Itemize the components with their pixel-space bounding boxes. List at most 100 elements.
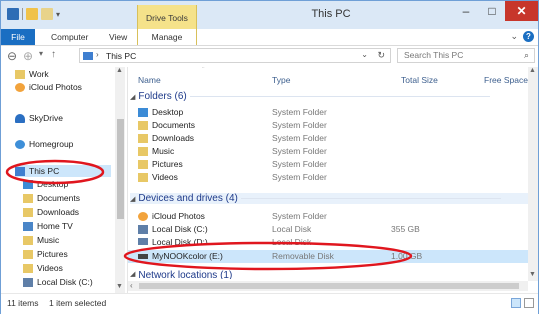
- refresh-icon[interactable]: ↻: [377, 50, 385, 61]
- horizontal-scroll-thumb[interactable]: [139, 283, 519, 289]
- up-icon[interactable]: ↑: [51, 49, 56, 60]
- title-bar: ▾ Drive Tools This PC – □ ✕: [1, 1, 538, 29]
- table-row[interactable]: Videos System Folder: [128, 171, 528, 184]
- videos-folder-icon: [138, 172, 148, 182]
- folder-icon: [15, 69, 25, 79]
- maximize-button[interactable]: □: [479, 1, 505, 21]
- scroll-up-icon[interactable]: ▲: [529, 67, 536, 74]
- tab-manage[interactable]: Manage: [137, 29, 197, 45]
- removable-drive-icon: [138, 253, 148, 259]
- documents-folder-icon: [138, 120, 148, 130]
- computer-icon: [15, 166, 25, 176]
- skydrive-icon: [15, 113, 25, 123]
- sidebar-item-work[interactable]: Work: [15, 69, 49, 79]
- properties-icon[interactable]: [26, 8, 38, 20]
- collapse-group-icon[interactable]: ◢: [130, 93, 135, 101]
- collapse-group-icon[interactable]: ◢: [130, 195, 135, 203]
- sidebar-item-skydrive[interactable]: SkyDrive: [15, 113, 63, 123]
- sidebar-item-downloads[interactable]: Downloads: [23, 207, 79, 217]
- explorer-app-icon[interactable]: [7, 8, 19, 20]
- sort-indicator-icon: ˆ: [202, 67, 205, 74]
- sidebar-item-homegroup[interactable]: Homegroup: [15, 139, 73, 149]
- computer-icon: [83, 52, 93, 60]
- help-icon[interactable]: ?: [523, 31, 534, 42]
- column-header-type[interactable]: Type: [272, 75, 290, 85]
- column-header-free-space[interactable]: Free Space: [484, 75, 528, 85]
- table-row[interactable]: Documents System Folder: [128, 119, 528, 132]
- drive-icon: [138, 237, 148, 245]
- table-row[interactable]: Local Disk (C:) Local Disk 355 GB: [128, 223, 528, 236]
- sidebar-item-documents[interactable]: Documents: [23, 193, 80, 203]
- drive-tools-context-tab: Drive Tools: [137, 5, 197, 29]
- tab-file[interactable]: File: [1, 29, 35, 45]
- table-row[interactable]: Desktop System Folder: [128, 106, 528, 119]
- homegroup-icon: [15, 139, 25, 149]
- table-row[interactable]: Local Disk (D:) Local Disk: [128, 236, 528, 245]
- documents-folder-icon: [23, 193, 33, 203]
- videos-folder-icon: [23, 263, 33, 273]
- table-row[interactable]: Music System Folder: [128, 145, 528, 158]
- new-folder-icon[interactable]: [41, 8, 53, 20]
- table-row-selected[interactable]: MyNOOKcolor (E:) Removable Disk 1.00 GB: [128, 250, 528, 263]
- breadcrumb-separator-icon: ›: [96, 50, 99, 59]
- expand-ribbon-icon[interactable]: ⌄: [510, 31, 518, 42]
- nav-pane-scroll-thumb[interactable]: [117, 119, 124, 219]
- group-header-network[interactable]: ◢ Network locations (1): [130, 270, 232, 279]
- sidebar-item-desktop[interactable]: Desktop: [23, 179, 68, 189]
- tab-computer[interactable]: Computer: [45, 29, 94, 45]
- window-title: This PC: [311, 8, 351, 20]
- ribbon-tabs: File Computer View Manage ⌄ ?: [1, 29, 538, 46]
- status-bar: 11 items 1 item selected: [1, 293, 538, 314]
- recent-locations-icon[interactable]: ▾: [39, 49, 43, 58]
- group-header-folders[interactable]: ◢ Folders (6): [130, 91, 490, 102]
- music-folder-icon: [138, 146, 148, 156]
- sidebar-item-home-tv[interactable]: Home TV: [23, 221, 73, 231]
- desktop-folder-icon: [138, 107, 148, 117]
- address-dropdown-icon[interactable]: ⌄: [361, 50, 368, 59]
- pictures-folder-icon: [23, 249, 33, 259]
- sidebar-item-icloud-photos[interactable]: iCloud Photos: [15, 82, 82, 92]
- icloud-icon: [138, 211, 148, 221]
- search-input[interactable]: Search This PC ⌕: [397, 48, 535, 63]
- downloads-folder-icon: [138, 133, 148, 143]
- sidebar-item-pictures[interactable]: Pictures: [23, 249, 68, 259]
- item-count: 11 items: [7, 298, 39, 308]
- search-icon[interactable]: ⌕: [524, 49, 529, 62]
- sidebar-item-local-disk-c[interactable]: Local Disk (C:): [23, 277, 93, 287]
- sidebar-item-videos[interactable]: Videos: [23, 263, 63, 273]
- back-icon[interactable]: ⊖: [7, 49, 17, 63]
- column-header-name[interactable]: Name: [138, 75, 161, 85]
- address-path: This PC: [106, 51, 137, 61]
- content-vertical-scrollbar[interactable]: [528, 67, 538, 281]
- group-header-devices[interactable]: ◢ Devices and drives (4): [130, 193, 530, 204]
- column-header-total-size[interactable]: Total Size: [401, 75, 438, 85]
- quick-access-toolbar: ▾: [7, 8, 60, 20]
- forward-icon[interactable]: ⊕: [23, 49, 33, 63]
- music-folder-icon: [23, 235, 33, 245]
- pictures-folder-icon: [138, 159, 148, 169]
- table-row[interactable]: Downloads System Folder: [128, 132, 528, 145]
- file-list: Name ˆ Type Total Size Free Space ◢ Folde…: [128, 67, 538, 293]
- address-bar[interactable]: › This PC ⌄ ↻: [79, 48, 391, 63]
- large-icons-view-icon[interactable]: [524, 298, 534, 308]
- explorer-window: ▾ Drive Tools This PC – □ ✕ File Compute…: [0, 0, 539, 314]
- desktop-folder-icon: [23, 179, 33, 189]
- details-view-icon[interactable]: [511, 298, 521, 308]
- navigation-pane: Work iCloud Photos SkyDrive Homegroup Th…: [1, 67, 128, 293]
- collapse-group-icon[interactable]: ◢: [130, 270, 135, 278]
- nav-scroll-up-icon[interactable]: ▲: [116, 67, 123, 74]
- sidebar-item-music[interactable]: Music: [23, 235, 59, 245]
- close-button[interactable]: ✕: [505, 1, 538, 21]
- drive-icon: [23, 277, 33, 287]
- tab-view[interactable]: View: [103, 29, 133, 45]
- table-row[interactable]: Pictures System Folder: [128, 158, 528, 171]
- scroll-down-icon[interactable]: ▼: [529, 271, 536, 278]
- customize-qat-icon[interactable]: ▾: [56, 10, 60, 19]
- table-row[interactable]: iCloud Photos System Folder: [128, 210, 528, 223]
- scroll-left-icon[interactable]: ‹: [130, 281, 133, 290]
- icloud-icon: [15, 82, 25, 92]
- search-placeholder: Search This PC: [404, 50, 464, 60]
- minimize-button[interactable]: –: [453, 1, 479, 21]
- nav-scroll-down-icon[interactable]: ▼: [116, 283, 123, 290]
- sidebar-item-this-pc[interactable]: This PC: [15, 165, 111, 177]
